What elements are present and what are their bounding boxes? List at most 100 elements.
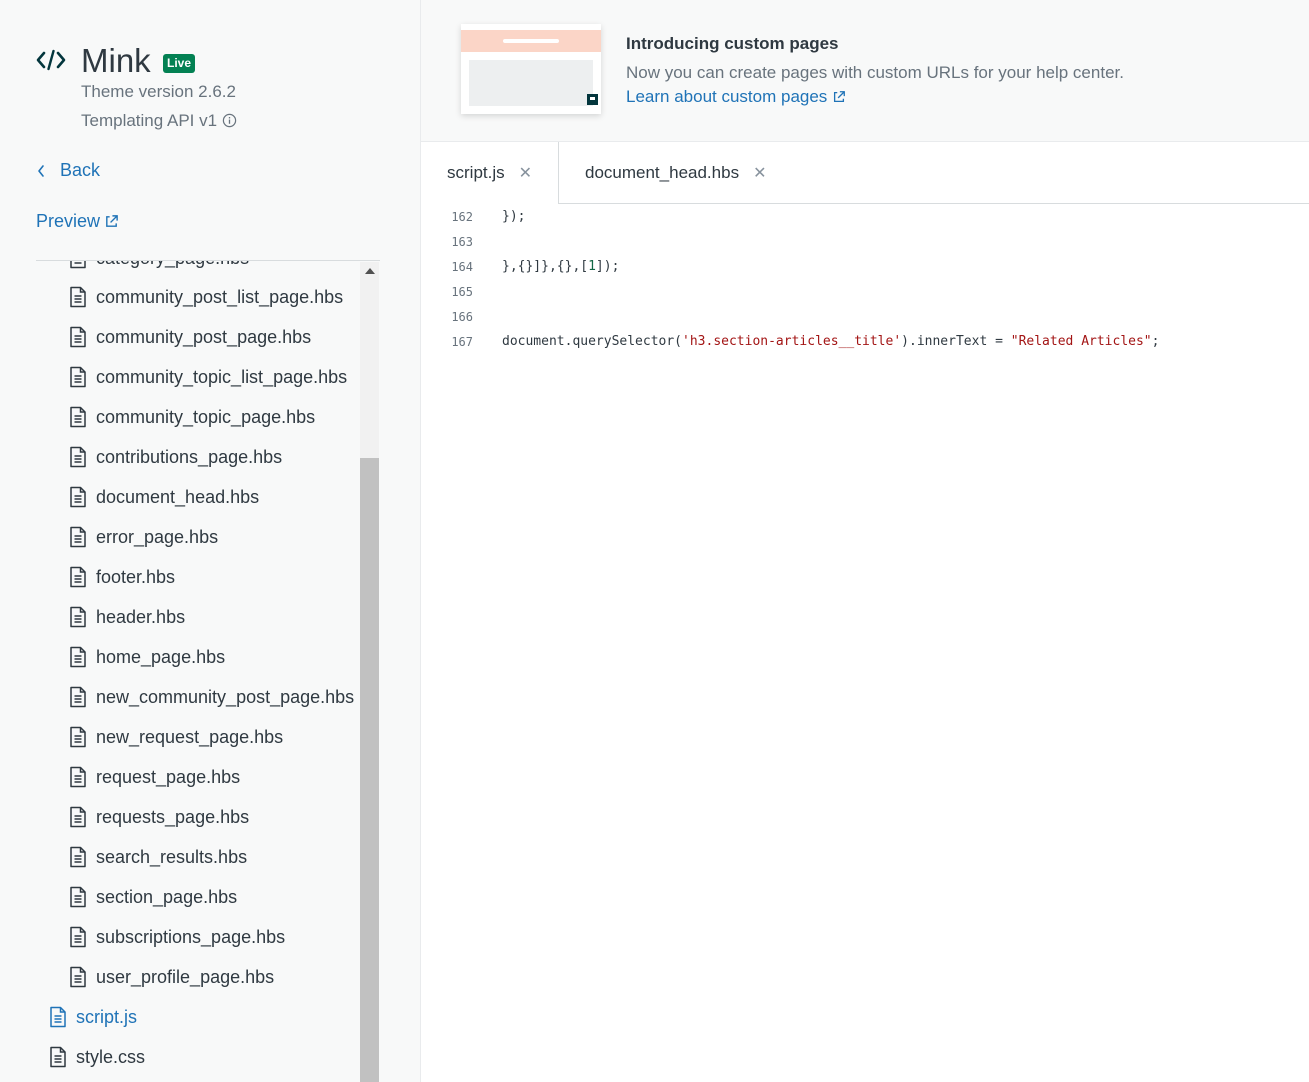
file-item[interactable]: requests_page.hbs	[68, 802, 249, 832]
learn-custom-pages-label: Learn about custom pages	[626, 87, 828, 106]
file-tree-scrollbar[interactable]	[360, 262, 379, 1082]
external-link-icon	[834, 91, 846, 103]
file-item[interactable]: new_community_post_page.hbs	[68, 682, 354, 712]
code-token: ).innerText =	[901, 334, 1011, 349]
file-document-icon	[70, 606, 86, 628]
file-item[interactable]: footer.hbs	[68, 562, 175, 592]
file-document-icon	[70, 726, 86, 748]
file-name: document_head.hbs	[96, 486, 260, 507]
learn-custom-pages-link[interactable]: Learn about custom pages	[626, 87, 846, 107]
code-line[interactable]: 166	[421, 304, 473, 329]
templating-api-label: Templating API v1	[81, 111, 218, 130]
chevron-left-icon	[38, 164, 44, 177]
line-number: 162	[451, 209, 473, 224]
banner-description: Now you can create pages with custom URL…	[626, 63, 1124, 82]
file-document-icon	[70, 686, 86, 708]
chat-icon	[587, 94, 598, 105]
file-name: category_page.hbs	[96, 261, 249, 269]
file-name: community_topic_list_page.hbs	[96, 366, 348, 387]
file-item[interactable]: request_page.hbs	[68, 762, 240, 792]
code-token: ]);	[595, 259, 620, 274]
code-line[interactable]: 164},{}]},{},[1]);	[421, 254, 619, 279]
file-document-icon	[70, 846, 86, 868]
file-item[interactable]: community_post_page.hbs	[68, 322, 311, 352]
file-name: search_results.hbs	[96, 846, 248, 867]
code-icon	[36, 49, 66, 71]
file-document-icon	[70, 406, 86, 428]
file-item[interactable]: user_profile_page.hbs	[68, 962, 274, 992]
file-name: home_page.hbs	[96, 646, 226, 667]
banner-title: Introducing custom pages	[626, 34, 839, 53]
file-item[interactable]: error_page.hbs	[68, 522, 218, 552]
external-link-icon	[106, 215, 118, 227]
code-token: },{}]},{},[	[502, 259, 589, 274]
code-line[interactable]: 162});	[421, 204, 525, 229]
code-token: document.querySelector(	[502, 334, 683, 349]
code-line[interactable]: 165	[421, 279, 473, 304]
scrollbar-thumb[interactable]	[360, 458, 379, 1082]
file-document-icon	[70, 646, 86, 668]
file-name: subscriptions_page.hbs	[96, 926, 286, 947]
file-document-icon	[50, 1006, 66, 1028]
code-editor[interactable]: 162}); 163 164},{}]},{},[1]); 165 166 167 docu…	[421, 204, 1309, 1082]
close-icon[interactable]: ✕	[753, 163, 766, 183]
file-name: footer.hbs	[96, 566, 176, 587]
preview-label: Preview	[36, 211, 101, 231]
file-name: script.js	[76, 1006, 138, 1027]
file-item[interactable]: document_head.hbs	[68, 482, 259, 512]
file-name: section_page.hbs	[96, 886, 238, 907]
back-label: Back	[60, 160, 101, 180]
tab-label: script.js	[447, 163, 505, 182]
file-item[interactable]: header.hbs	[68, 602, 185, 632]
close-icon[interactable]: ✕	[519, 163, 532, 183]
tab-script-js[interactable]: script.js ✕	[421, 142, 558, 204]
line-number: 165	[451, 284, 473, 299]
file-item[interactable]: community_topic_list_page.hbs	[68, 362, 347, 392]
tab-label: document_head.hbs	[585, 163, 740, 182]
file-name: community_post_page.hbs	[96, 326, 312, 347]
file-item[interactable]: search_results.hbs	[68, 842, 247, 872]
code-token: 'h3.section-articles__title'	[682, 334, 902, 349]
line-number: 167	[451, 334, 473, 349]
file-document-icon	[70, 326, 86, 348]
file-item[interactable]: home_page.hbs	[68, 642, 225, 672]
file-document-icon	[70, 886, 86, 908]
tab-document-head[interactable]: document_head.hbs ✕	[585, 142, 766, 204]
info-icon[interactable]	[222, 113, 237, 128]
file-item[interactable]: new_request_page.hbs	[68, 722, 283, 752]
file-document-icon	[70, 286, 86, 308]
file-item[interactable]: category_page.hbs	[68, 261, 249, 273]
scroll-up-arrow-icon[interactable]	[365, 268, 375, 274]
file-document-icon	[70, 566, 86, 588]
editor-tabs: script.js ✕ document_head.hbs ✕	[421, 142, 1309, 205]
theme-version: Theme version 2.6.2	[81, 82, 236, 101]
file-document-icon	[70, 261, 86, 269]
live-badge: Live	[163, 54, 196, 73]
file-item[interactable]: style.css	[48, 1042, 145, 1072]
file-document-icon	[70, 966, 86, 988]
code-token: 1	[588, 259, 596, 274]
file-document-icon	[70, 526, 86, 548]
file-name: requests_page.hbs	[96, 806, 250, 827]
file-item[interactable]: contributions_page.hbs	[68, 442, 282, 472]
file-name: contributions_page.hbs	[96, 446, 283, 467]
file-item[interactable]: subscriptions_page.hbs	[68, 922, 285, 952]
file-document-icon	[70, 486, 86, 508]
file-item[interactable]: community_post_list_page.hbs	[68, 282, 343, 312]
file-name: user_profile_page.hbs	[96, 966, 275, 987]
file-item[interactable]: section_page.hbs	[68, 882, 237, 912]
file-document-icon	[70, 806, 86, 828]
code-token: "Related Articles"	[1010, 334, 1152, 349]
file-document-icon	[70, 366, 86, 388]
code-token: });	[502, 209, 526, 224]
code-token: ;	[1151, 334, 1160, 349]
line-number: 166	[451, 309, 473, 324]
code-line[interactable]: 167 document.querySelector('h3.section-ar…	[421, 329, 1159, 354]
file-document-icon	[70, 766, 86, 788]
file-tree[interactable]: category_page.hbs community_post_list_pag…	[36, 260, 380, 1082]
back-link[interactable]: Back	[36, 160, 100, 181]
file-item[interactable]: community_topic_page.hbs	[68, 402, 315, 432]
file-item[interactable]: script.js	[48, 1002, 137, 1032]
code-line[interactable]: 163	[421, 229, 473, 254]
preview-link[interactable]: Preview	[36, 211, 119, 232]
